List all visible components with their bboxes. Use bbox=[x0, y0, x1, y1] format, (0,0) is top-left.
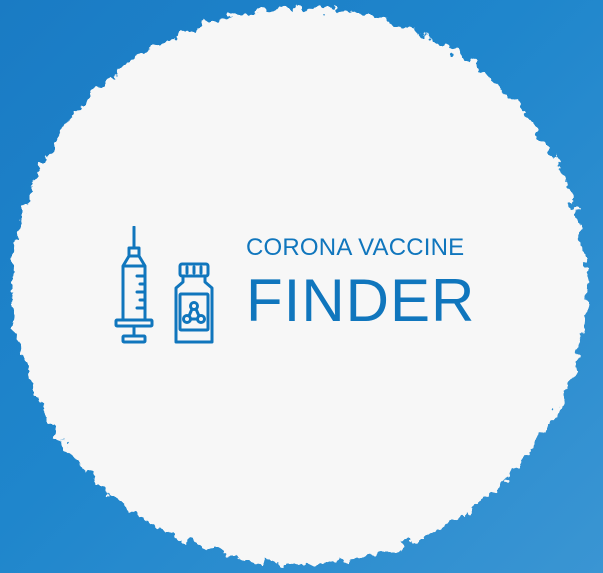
syringe-icon bbox=[114, 226, 154, 344]
logo-subtitle: CORONA VACCINE bbox=[246, 234, 465, 261]
wordmark: CORONA VACCINE FINDER bbox=[246, 236, 506, 331]
logo-icons bbox=[113, 226, 217, 346]
vaccine-finder-logo bbox=[113, 226, 217, 346]
vaccine-vial-icon bbox=[174, 262, 214, 344]
logo-canvas: CORONA VACCINE FINDER bbox=[0, 0, 603, 573]
logo-title: FINDER bbox=[246, 267, 476, 334]
